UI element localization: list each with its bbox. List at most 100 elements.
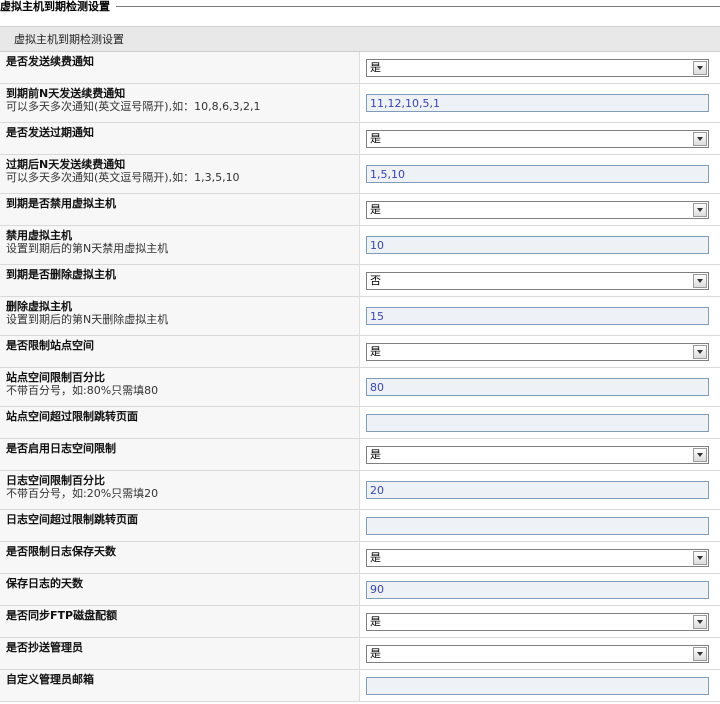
setting-row: 删除虚拟主机 设置到期后的第N天删除虚拟主机 xyxy=(0,297,720,336)
setting-label: 删除虚拟主机 xyxy=(6,300,72,313)
setting-input[interactable] xyxy=(366,413,709,432)
dropdown-arrow-icon[interactable] xyxy=(693,614,707,629)
select-value: 是 xyxy=(370,447,381,461)
setting-label: 站点空间限制百分比 xyxy=(6,371,105,384)
setting-row: 是否启用日志空间限制 是 xyxy=(0,439,720,471)
setting-select[interactable]: 是 xyxy=(366,644,709,663)
setting-select[interactable]: 是 xyxy=(366,612,709,631)
settings-rows: 是否发送续费通知是到期前N天发送续费通知 可以多天多次通知(英文逗号隔开),如：1… xyxy=(0,52,720,702)
page-title: 虚拟主机到期检测设置 xyxy=(0,0,116,13)
setting-hint: 不带百分号，如:20%只需填20 xyxy=(6,487,159,500)
setting-row: 日志空间限制百分比 不带百分号，如:20%只需填20 xyxy=(0,471,720,510)
select-value: 是 xyxy=(370,614,381,628)
setting-select[interactable]: 是 xyxy=(366,342,709,361)
setting-label-cell: 是否启用日志空间限制 xyxy=(0,439,360,470)
setting-row: 是否限制日志保存天数 是 xyxy=(0,542,720,574)
setting-label-cell: 站点空间超过限制跳转页面 xyxy=(0,407,360,438)
setting-row: 站点空间超过限制跳转页面 xyxy=(0,407,720,439)
setting-value-cell xyxy=(360,407,720,438)
fieldset-legend: 虚拟主机到期检测设置 xyxy=(0,0,720,14)
select-value: 是 xyxy=(370,131,381,145)
dropdown-arrow-icon[interactable] xyxy=(693,550,707,565)
setting-label-cell: 自定义管理员邮箱 xyxy=(0,670,360,701)
setting-label: 禁用虚拟主机 xyxy=(6,229,72,242)
setting-label: 到期前N天发送续费通知 xyxy=(6,87,126,100)
setting-label: 到期是否禁用虚拟主机 xyxy=(6,197,116,210)
setting-input[interactable] xyxy=(366,307,709,325)
setting-value-cell xyxy=(360,670,720,701)
setting-row: 日志空间超过限制跳转页面 xyxy=(0,510,720,542)
select-value: 是 xyxy=(370,344,381,358)
setting-select[interactable]: 是 xyxy=(366,129,709,148)
setting-input[interactable] xyxy=(366,580,709,599)
setting-label-cell: 日志空间超过限制跳转页面 xyxy=(0,510,360,541)
setting-input[interactable] xyxy=(366,165,709,183)
setting-hint: 设置到期后的第N天删除虚拟主机 xyxy=(6,313,169,326)
setting-value-cell: 是 xyxy=(360,52,720,83)
setting-select[interactable]: 是 xyxy=(366,445,709,464)
setting-label-cell: 保存日志的天数 xyxy=(0,574,360,605)
setting-row: 站点空间限制百分比 不带百分号，如:80%只需填80 xyxy=(0,368,720,407)
setting-label: 过期后N天发送续费通知 xyxy=(6,158,126,171)
setting-hint: 可以多天多次通知(英文逗号隔开),如：1,3,5,10 xyxy=(6,171,240,184)
setting-value-cell xyxy=(360,155,720,193)
setting-value-cell: 是 xyxy=(360,638,720,669)
dropdown-arrow-icon[interactable] xyxy=(693,646,707,661)
setting-row: 是否抄送管理员 是 xyxy=(0,638,720,670)
setting-input[interactable] xyxy=(366,481,709,499)
dropdown-arrow-icon[interactable] xyxy=(693,131,707,146)
setting-value-cell xyxy=(360,510,720,541)
setting-row: 过期后N天发送续费通知 可以多天多次通知(英文逗号隔开),如：1,3,5,10 xyxy=(0,155,720,194)
setting-label: 日志空间限制百分比 xyxy=(6,474,105,487)
setting-input[interactable] xyxy=(366,378,709,396)
setting-label-cell: 日志空间限制百分比 不带百分号，如:20%只需填20 xyxy=(0,471,360,509)
select-value: 是 xyxy=(370,202,381,216)
setting-select[interactable]: 否 xyxy=(366,271,709,290)
setting-input[interactable] xyxy=(366,516,709,535)
setting-input[interactable] xyxy=(366,236,709,254)
setting-row: 到期是否禁用虚拟主机 是 xyxy=(0,194,720,226)
setting-input[interactable] xyxy=(366,94,709,112)
select-value: 是 xyxy=(370,60,381,74)
setting-row: 是否同步FTP磁盘配额 是 xyxy=(0,606,720,638)
setting-row: 到期前N天发送续费通知 可以多天多次通知(英文逗号隔开),如：10,8,6,3,2… xyxy=(0,84,720,123)
setting-row: 禁用虚拟主机 设置到期后的第N天禁用虚拟主机 xyxy=(0,226,720,265)
setting-select[interactable]: 是 xyxy=(366,58,709,77)
select-value: 是 xyxy=(370,550,381,564)
setting-label-cell: 是否限制站点空间 xyxy=(0,336,360,367)
dropdown-arrow-icon[interactable] xyxy=(693,202,707,217)
setting-hint: 不带百分号，如:80%只需填80 xyxy=(6,384,159,397)
dropdown-arrow-icon[interactable] xyxy=(693,273,707,288)
setting-select[interactable]: 是 xyxy=(366,548,709,567)
section-header: 虚拟主机到期检测设置 xyxy=(0,26,720,52)
select-value: 是 xyxy=(370,646,381,660)
setting-label-cell: 过期后N天发送续费通知 可以多天多次通知(英文逗号隔开),如：1,3,5,10 xyxy=(0,155,360,193)
setting-label: 是否同步FTP磁盘配额 xyxy=(6,609,118,622)
setting-value-cell: 是 xyxy=(360,336,720,367)
setting-label-cell: 是否同步FTP磁盘配额 xyxy=(0,606,360,637)
setting-value-cell: 是 xyxy=(360,123,720,154)
setting-value-cell xyxy=(360,84,720,122)
setting-label-cell: 站点空间限制百分比 不带百分号，如:80%只需填80 xyxy=(0,368,360,406)
setting-value-cell xyxy=(360,226,720,264)
setting-label: 是否发送过期通知 xyxy=(6,126,94,139)
setting-label-cell: 禁用虚拟主机 设置到期后的第N天禁用虚拟主机 xyxy=(0,226,360,264)
setting-select[interactable]: 是 xyxy=(366,200,709,219)
setting-value-cell xyxy=(360,368,720,406)
setting-label-cell: 是否限制日志保存天数 xyxy=(0,542,360,573)
setting-label-cell: 删除虚拟主机 设置到期后的第N天删除虚拟主机 xyxy=(0,297,360,335)
dropdown-arrow-icon[interactable] xyxy=(693,60,707,75)
setting-label: 自定义管理员邮箱 xyxy=(6,673,94,686)
setting-label: 是否限制站点空间 xyxy=(6,339,94,352)
dropdown-arrow-icon[interactable] xyxy=(693,447,707,462)
setting-input[interactable] xyxy=(366,676,709,695)
setting-label-cell: 到期是否禁用虚拟主机 xyxy=(0,194,360,225)
setting-row: 到期是否删除虚拟主机 否 xyxy=(0,265,720,297)
setting-row: 保存日志的天数 xyxy=(0,574,720,606)
setting-label-cell: 到期是否删除虚拟主机 xyxy=(0,265,360,296)
dropdown-arrow-icon[interactable] xyxy=(693,344,707,359)
setting-label-cell: 是否发送过期通知 xyxy=(0,123,360,154)
setting-label: 站点空间超过限制跳转页面 xyxy=(6,410,138,423)
select-value: 否 xyxy=(370,273,381,287)
setting-value-cell xyxy=(360,471,720,509)
